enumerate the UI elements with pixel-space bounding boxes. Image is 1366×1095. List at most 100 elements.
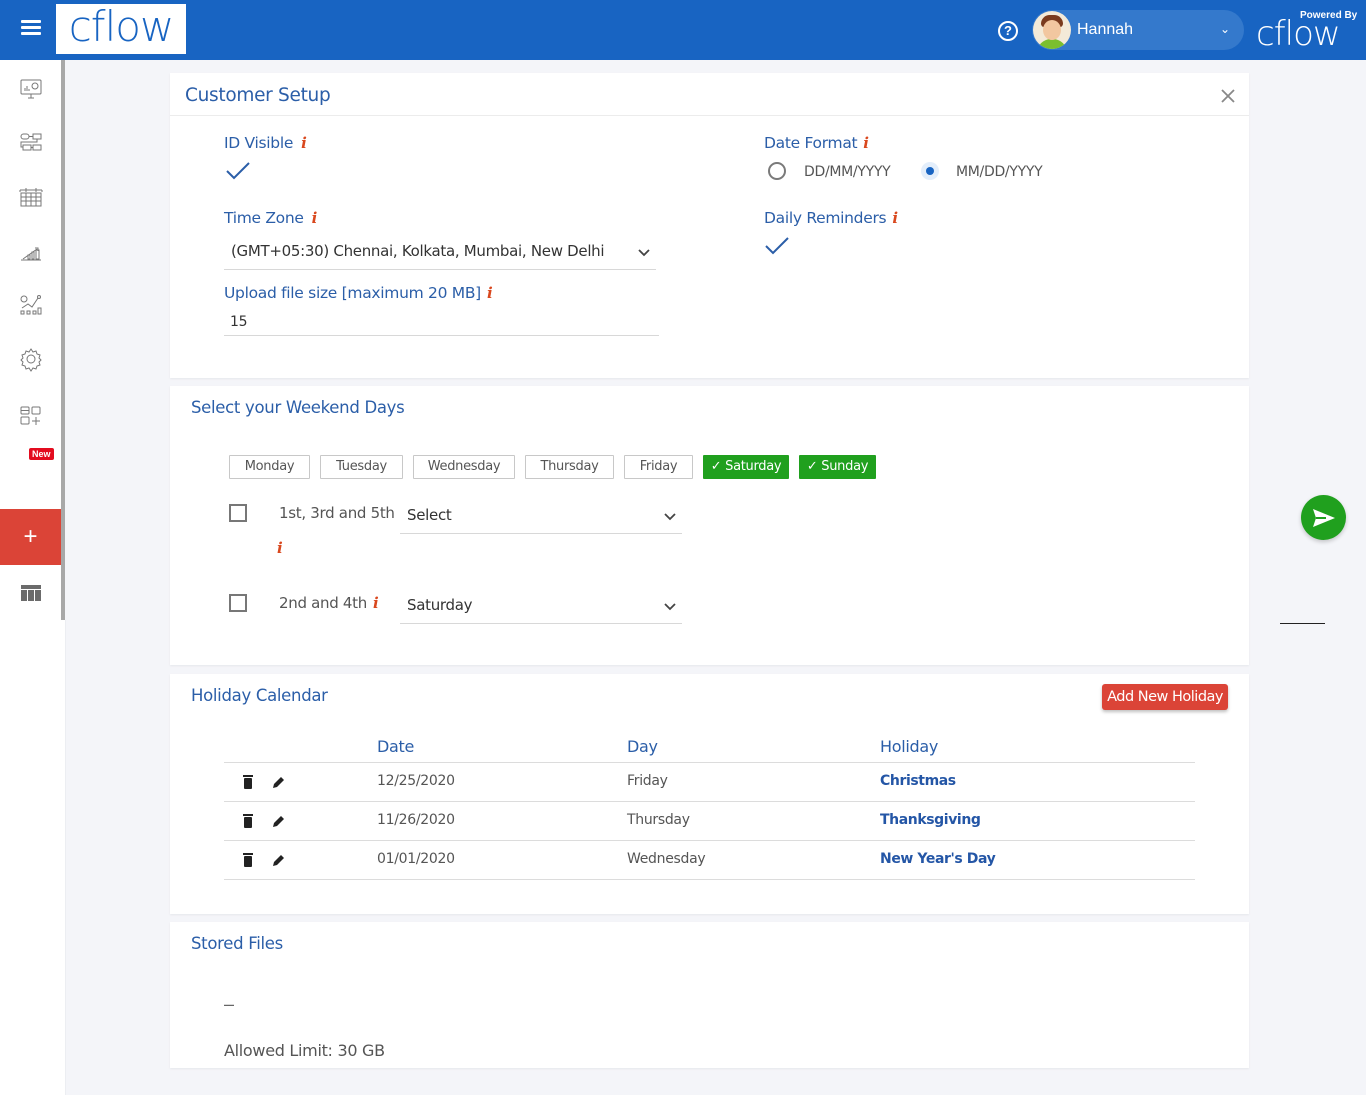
sidebar-item-workflows[interactable] [0,116,61,170]
info-icon[interactable]: i [312,209,318,227]
user-menu[interactable]: Hannah ⌄ [1032,10,1244,50]
customer-setup-panel: Customer Setup ID Visible i Time Zone i (G… [170,73,1249,378]
info-icon[interactable]: i [487,284,493,302]
send-button[interactable] [1301,495,1346,540]
chevron-down-icon [638,249,650,257]
rule-checkbox-2nd-4th[interactable] [229,594,247,612]
sidebar-item-tables[interactable] [0,565,61,621]
rule-label-2nd-4th: 2nd and 4th [279,594,367,612]
rule-select-value: Saturday [407,596,473,614]
column-header-day[interactable]: Day [627,737,658,756]
plus-icon: + [23,523,38,550]
day-button-friday[interactable]: Friday [624,455,693,479]
calendar-icon [19,188,42,207]
sidebar-item-dashboard[interactable] [0,62,61,116]
cell-date: 12/25/2020 [377,773,455,789]
brand-logo-text: cflow [68,2,175,51]
brand-logo[interactable]: cflow [56,4,186,54]
info-icon[interactable]: i [892,209,898,227]
sidebar-item-analytics[interactable] [0,278,61,332]
sidebar-empty-area [0,620,66,1095]
rule-checkbox-1st-3rd-5th[interactable] [229,504,247,522]
sidebar-item-add[interactable]: + [0,509,61,565]
cell-date: 11/26/2020 [377,812,455,828]
edit-icon[interactable] [271,774,285,790]
chevron-down-icon [664,513,676,521]
cell-day: Wednesday [627,851,706,867]
daily-reminders-checkbox[interactable] [764,236,790,256]
cell-holiday-link[interactable]: Christmas [880,773,956,789]
info-icon[interactable]: i [373,594,379,612]
panel-header: Customer Setup [170,73,1249,116]
chevron-down-icon [664,603,676,611]
monitor-chart-icon [20,79,41,99]
column-header-date[interactable]: Date [377,737,414,756]
sidebar-item-apps[interactable] [0,388,61,442]
cell-day: Thursday [627,812,690,828]
radio-mm-dd-yyyy[interactable] [921,162,939,180]
user-name: Hannah [1077,21,1134,38]
top-bar: cflow ? Hannah ⌄ Powered By cflow [0,0,1366,60]
cell-date: 01/01/2020 [377,851,455,867]
info-icon[interactable]: i [863,134,869,152]
weekend-days-panel: Select your Weekend Days Monday Tuesday … [170,386,1249,665]
upload-size-value: 15 [230,314,248,330]
rule-select-2nd-4th[interactable]: Saturday [400,588,682,624]
sidebar-item-calendar[interactable] [0,170,61,224]
stored-files-title: Stored Files [191,934,283,953]
help-icon[interactable]: ? [998,21,1018,41]
sidebar: New + [0,60,61,680]
analytics-icon [20,295,41,315]
cell-day: Friday [627,773,668,789]
upload-size-label: Upload file size [maximum 20 MB] i [224,284,493,302]
table-header: Date Day Holiday [224,734,1195,763]
cell-holiday-link[interactable]: Thanksgiving [880,812,981,828]
rule-label-1st-3rd-5th: 1st, 3rd and 5th [279,504,395,522]
chevron-down-icon: ⌄ [1219,22,1230,36]
sidebar-item-settings[interactable] [0,332,61,386]
upload-size-input[interactable]: 15 [224,308,659,336]
table-row: 12/25/2020 Friday Christmas [224,763,1195,802]
send-icon [1312,508,1335,527]
time-zone-select[interactable]: (GMT+05:30) Chennai, Kolkata, Mumbai, Ne… [224,233,656,270]
add-new-holiday-button[interactable]: Add New Holiday [1102,684,1228,710]
time-zone-value: (GMT+05:30) Chennai, Kolkata, Mumbai, Ne… [231,242,605,260]
column-header-holiday[interactable]: Holiday [880,737,938,756]
info-icon[interactable]: i [277,539,283,557]
rule-select-1st-3rd-5th[interactable]: Select [400,498,682,534]
delete-icon[interactable] [241,813,255,829]
sidebar-scrollbar[interactable] [61,60,65,620]
sidebar-item-reports[interactable] [0,224,61,278]
menu-icon[interactable] [21,20,41,36]
growth-chart-icon [20,247,41,261]
info-icon[interactable]: i [301,134,307,152]
workflow-icon [20,133,41,151]
allowed-limit-text: Allowed Limit: 30 GB [224,1041,385,1060]
day-button-tuesday[interactable]: Tuesday [320,455,403,479]
id-visible-checkbox[interactable] [225,161,251,181]
delete-icon[interactable] [241,774,255,790]
apps-add-icon [20,406,40,425]
powered-by-logo: cflow [1256,14,1341,54]
close-icon[interactable] [1219,87,1237,105]
time-zone-label: Time Zone i [224,209,318,227]
rule-select-value: Select [407,506,452,524]
day-button-monday[interactable]: Monday [229,455,310,479]
edit-icon[interactable] [271,852,285,868]
table-row: 11/26/2020 Thursday Thanksgiving [224,802,1195,841]
edit-icon[interactable] [271,813,285,829]
delete-icon[interactable] [241,852,255,868]
day-button-thursday[interactable]: Thursday [525,455,614,479]
divider-line [1280,623,1325,624]
id-visible-label: ID Visible i [224,134,307,152]
day-button-wednesday[interactable]: Wednesday [413,455,515,479]
radio-dd-mm-yyyy[interactable] [768,162,786,180]
page-title: Customer Setup [185,85,331,106]
day-button-saturday[interactable]: ✓ Saturday [703,455,789,479]
table-row: 01/01/2020 Wednesday New Year's Day [224,841,1195,880]
table-icon [20,585,41,601]
day-button-sunday[interactable]: ✓ Sunday [799,455,876,479]
cell-holiday-link[interactable]: New Year's Day [880,851,996,867]
daily-reminders-label: Daily Reminders i [764,209,898,227]
holiday-section-title: Holiday Calendar [191,686,328,705]
